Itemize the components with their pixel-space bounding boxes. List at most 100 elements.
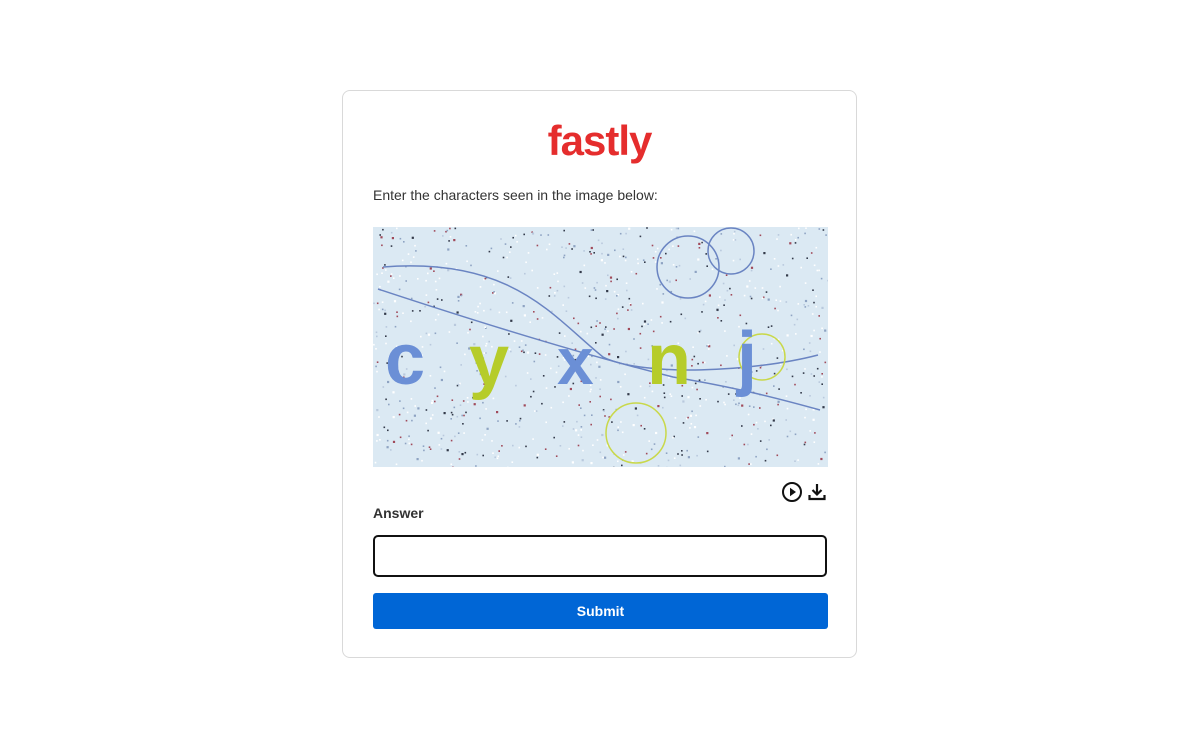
captcha-noise-dot bbox=[526, 351, 530, 354]
captcha-noise-dot bbox=[491, 440, 493, 442]
captcha-noise-dot bbox=[616, 278, 618, 281]
captcha-noise-dot bbox=[381, 308, 384, 311]
captcha-noise-dot bbox=[656, 247, 659, 250]
captcha-noise-dot bbox=[815, 295, 817, 298]
captcha-noise-dot bbox=[546, 248, 548, 251]
captcha-noise-dot bbox=[568, 448, 570, 450]
captcha-noise-dot bbox=[381, 244, 383, 247]
captcha-noise-dot bbox=[589, 251, 591, 253]
captcha-noise-dot bbox=[809, 350, 812, 353]
captcha-noise-dot bbox=[770, 268, 772, 270]
captcha-noise-dot bbox=[396, 315, 399, 318]
captcha-noise-dot bbox=[523, 314, 526, 317]
captcha-noise-dot bbox=[448, 331, 451, 333]
captcha-noise-dot bbox=[476, 312, 479, 314]
captcha-noise-dot bbox=[411, 236, 414, 239]
captcha-noise-dot bbox=[733, 232, 735, 235]
captcha-noise-dot bbox=[562, 401, 564, 404]
captcha-noise-dot bbox=[808, 342, 811, 344]
captcha-noise-dot bbox=[382, 228, 384, 231]
captcha-noise-dot bbox=[724, 330, 726, 332]
captcha-noise-dot bbox=[421, 459, 423, 462]
captcha-noise-dot bbox=[441, 299, 443, 301]
captcha-noise-dot bbox=[588, 295, 591, 298]
captcha-background bbox=[373, 227, 828, 467]
captcha-noise-dot bbox=[821, 373, 823, 375]
download-icon[interactable] bbox=[806, 481, 828, 503]
captcha-noise-dot bbox=[464, 353, 466, 356]
captcha-char: j bbox=[735, 318, 757, 398]
play-audio-icon[interactable] bbox=[781, 481, 803, 503]
captcha-noise-dot bbox=[678, 264, 681, 267]
captcha-noise-dot bbox=[434, 387, 436, 389]
captcha-noise-dot bbox=[748, 280, 751, 282]
captcha-noise-dot bbox=[593, 287, 596, 289]
captcha-noise-dot bbox=[484, 434, 486, 436]
captcha-noise-dot bbox=[463, 432, 465, 434]
captcha-noise-dot bbox=[827, 279, 828, 282]
captcha-noise-dot bbox=[386, 439, 389, 442]
captcha-noise-dot bbox=[379, 234, 381, 236]
captcha-noise-dot bbox=[536, 456, 539, 459]
submit-button[interactable]: Submit bbox=[373, 593, 828, 629]
captcha-noise-dot bbox=[673, 457, 676, 459]
captcha-noise-dot bbox=[526, 372, 529, 374]
captcha-noise-dot bbox=[415, 250, 417, 252]
captcha-noise-dot bbox=[824, 329, 827, 332]
answer-input[interactable] bbox=[373, 535, 827, 577]
captcha-noise-dot bbox=[505, 311, 508, 314]
captcha-noise-dot bbox=[767, 326, 770, 328]
captcha-noise-dot bbox=[456, 342, 458, 344]
captcha-noise-dot bbox=[567, 296, 570, 299]
captcha-noise-dot bbox=[408, 435, 410, 437]
captcha-noise-dot bbox=[595, 297, 597, 300]
captcha-noise-dot bbox=[720, 364, 722, 367]
captcha-noise-dot bbox=[540, 234, 542, 236]
captcha-noise-dot bbox=[786, 435, 789, 438]
captcha-noise-dot bbox=[613, 328, 615, 330]
captcha-noise-dot bbox=[510, 319, 513, 322]
captcha-noise-dot bbox=[381, 301, 384, 303]
captcha-noise-dot bbox=[563, 254, 566, 257]
captcha-noise-dot bbox=[436, 395, 439, 398]
captcha-noise-dot bbox=[563, 256, 565, 259]
captcha-noise-dot bbox=[706, 432, 709, 435]
captcha-noise-dot bbox=[662, 293, 665, 295]
captcha-noise-dot bbox=[637, 258, 639, 260]
captcha-noise-dot bbox=[556, 272, 559, 274]
captcha-noise-dot bbox=[599, 379, 602, 381]
captcha-noise-dot bbox=[759, 407, 761, 409]
captcha-noise-dot bbox=[707, 348, 710, 350]
captcha-noise-dot bbox=[794, 460, 796, 462]
captcha-noise-dot bbox=[414, 405, 416, 407]
captcha-noise-dot bbox=[429, 267, 432, 270]
captcha-noise-dot bbox=[691, 410, 693, 413]
captcha-noise-dot bbox=[597, 239, 600, 242]
captcha-noise-dot bbox=[541, 317, 544, 319]
captcha-noise-dot bbox=[548, 295, 551, 297]
captcha-noise-dot bbox=[571, 461, 574, 464]
captcha-noise-dot bbox=[665, 452, 668, 454]
captcha-noise-dot bbox=[677, 453, 679, 455]
captcha-noise-dot bbox=[738, 402, 740, 405]
captcha-noise-dot bbox=[656, 288, 658, 290]
captcha-noise-dot bbox=[617, 429, 619, 432]
captcha-noise-dot bbox=[762, 348, 765, 350]
captcha-noise-dot bbox=[743, 294, 746, 297]
captcha-noise-dot bbox=[577, 444, 580, 447]
captcha-noise-dot bbox=[450, 411, 453, 414]
captcha-noise-dot bbox=[750, 297, 753, 300]
captcha-noise-dot bbox=[617, 380, 620, 384]
captcha-noise-dot bbox=[604, 456, 607, 459]
captcha-noise-dot bbox=[601, 252, 603, 255]
captcha-noise-dot bbox=[535, 410, 538, 412]
captcha-noise-dot bbox=[748, 405, 751, 407]
captcha-noise-dot bbox=[460, 364, 462, 366]
captcha-noise-dot bbox=[410, 297, 413, 300]
captcha-noise-dot bbox=[733, 399, 735, 401]
captcha-noise-dot bbox=[538, 353, 541, 355]
captcha-noise-dot bbox=[657, 465, 660, 467]
captcha-noise-dot bbox=[643, 323, 646, 326]
captcha-noise-dot bbox=[529, 321, 531, 323]
captcha-noise-dot bbox=[810, 334, 813, 338]
